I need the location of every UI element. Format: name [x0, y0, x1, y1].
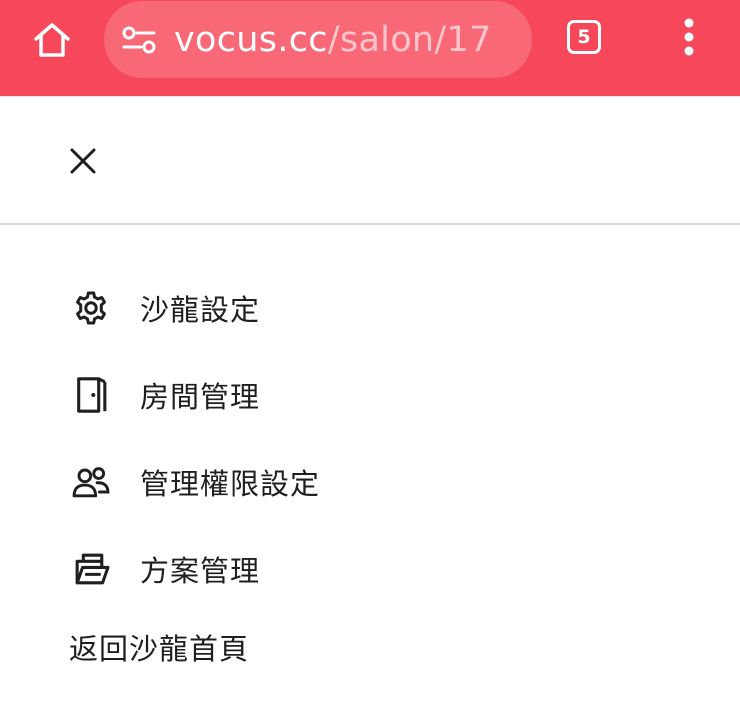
- tab-count: 5: [567, 20, 601, 54]
- more-vertical-icon: [684, 18, 694, 56]
- menu-item-label: 沙龍設定: [140, 293, 261, 327]
- url-host: vocus.cc: [174, 19, 328, 60]
- menu-item-label: 房間管理: [140, 380, 261, 414]
- browser-menu-button[interactable]: [668, 12, 710, 62]
- browser-toolbar: vocus.cc/salon/17 5: [0, 0, 740, 97]
- home-button[interactable]: [24, 12, 80, 68]
- people-icon: [60, 460, 122, 504]
- menu-item-label: 方案管理: [140, 554, 261, 588]
- home-icon: [34, 23, 70, 57]
- close-drawer-button[interactable]: [58, 136, 108, 186]
- drawer-divider: [0, 223, 740, 225]
- menu-item-salon-settings[interactable]: 沙龍設定: [60, 276, 680, 340]
- tune-icon[interactable]: [122, 23, 156, 57]
- menu-item-label: 管理權限設定: [140, 467, 321, 501]
- url-text: vocus.cc/salon/17: [174, 20, 492, 60]
- back-to-salon-home-link[interactable]: 返回沙龍首頁: [69, 620, 249, 674]
- address-bar[interactable]: vocus.cc/salon/17: [104, 1, 532, 78]
- gear-icon: [60, 286, 122, 330]
- close-icon: [70, 148, 96, 174]
- plan-icon: [60, 547, 122, 591]
- tab-switcher-button[interactable]: 5: [563, 16, 605, 58]
- menu-item-plan-management[interactable]: 方案管理: [60, 537, 680, 601]
- door-icon: [60, 373, 122, 417]
- menu-item-room-management[interactable]: 房間管理: [60, 363, 680, 427]
- menu-item-permission-settings[interactable]: 管理權限設定: [60, 450, 680, 514]
- url-path: /salon/17: [327, 19, 492, 60]
